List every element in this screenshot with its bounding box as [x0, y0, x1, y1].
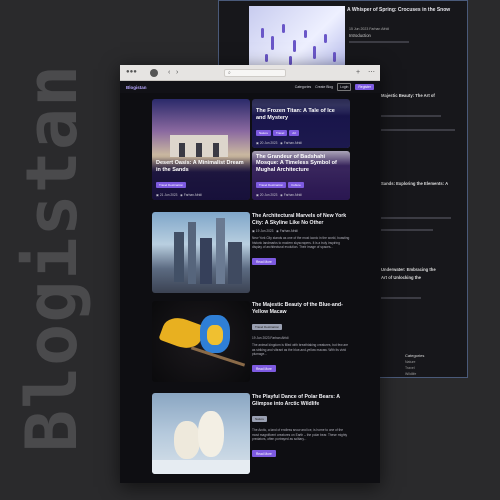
calendar-icon: ▣ [256, 193, 260, 197]
forward-arrow-icon[interactable]: › [176, 69, 178, 77]
back-post-meta: 15 Jun 2023 Farhan Afridi [349, 27, 390, 31]
browser-toolbar: ●●● ‹ › ⌕ + ⋯ [120, 65, 380, 81]
sidebar-icon[interactable] [150, 69, 158, 77]
back-fragment[interactable]: Underwater: Embracing the [381, 267, 461, 273]
crocus-thumbnail[interactable] [249, 6, 345, 70]
back-post-title[interactable]: A Whisper of Spring: Crocuses in the Sno… [347, 7, 462, 14]
read-more-button[interactable]: Read More [252, 258, 276, 266]
back-arrow-icon[interactable]: ‹ [168, 69, 170, 77]
category-item[interactable]: Wildlife [405, 372, 424, 376]
tag-chip[interactable]: Travel Destination [256, 182, 287, 188]
category-item[interactable]: Travel [405, 366, 424, 370]
calendar-icon: ▣ [256, 141, 260, 145]
back-fragment[interactable]: Majestic Beauty: The Art of [381, 93, 461, 99]
back-fragment[interactable]: Sands: Exploring the Elements: A [381, 181, 461, 187]
back-sidebar [378, 91, 464, 329]
featured-side-card[interactable]: The Grandeur of Badshahi Mosque: A Timel… [252, 151, 350, 200]
user-icon: ◉ [280, 193, 283, 197]
new-tab-icon[interactable]: + [356, 69, 360, 77]
post-title[interactable]: The Playful Dance of Polar Bears: A Glim… [252, 394, 350, 407]
back-post-intro: Introduction [349, 33, 371, 38]
menu-icon[interactable]: ⋯ [368, 69, 375, 77]
tag-chip[interactable]: Travel Destination [156, 182, 187, 188]
calendar-icon: ▣ [156, 193, 160, 197]
post-excerpt: The animal kingdom is filled with breath… [252, 343, 349, 357]
calendar-icon: ▣ [252, 229, 256, 233]
nav-create-blog[interactable]: Create Blog [315, 85, 333, 89]
front-browser-window: ●●● ‹ › ⌕ + ⋯ Blogistan Categories Creat… [120, 65, 380, 483]
search-icon: ⌕ [228, 70, 231, 76]
tag-chip[interactable]: Art [289, 130, 300, 136]
featured-side-title: The Grandeur of Badshahi Mosque: A Timel… [256, 153, 337, 173]
login-button[interactable]: Login [337, 83, 352, 91]
register-button[interactable]: Register [355, 84, 374, 90]
tag-chip[interactable]: Travel [273, 130, 288, 136]
post-meta: 19 Jun 2023 Farhan Afridi [252, 336, 289, 340]
side-brand-text: Blogistan [11, 63, 93, 453]
featured-main-title: Desert Oasis: A Minimalist Dream in the … [156, 160, 244, 173]
post-excerpt: New York City stands as one of the most … [252, 236, 350, 250]
post-row: The Majestic Beauty of the Blue-and-Yell… [152, 301, 350, 385]
user-icon: ◉ [180, 193, 183, 197]
tag-chip[interactable]: Travel Destination [252, 324, 283, 330]
featured-main-card[interactable]: Desert Oasis: A Minimalist Dream in the … [152, 99, 250, 200]
post-row: The Playful Dance of Polar Bears: A Glim… [152, 393, 350, 477]
window-controls[interactable]: ●●● [126, 68, 137, 76]
city-image[interactable] [152, 212, 250, 293]
back-fragment[interactable]: Art of Unlocking the [381, 275, 461, 281]
site-navbar: Blogistan Categories Create Blog Login R… [120, 81, 380, 93]
featured-side-title: The Frozen Titan: A Tale of Ice and Myst… [256, 108, 335, 121]
read-more-button[interactable]: Read More [252, 365, 276, 373]
user-icon: ◉ [280, 141, 283, 145]
back-categories: Categories Nature Travel Wildlife [405, 353, 425, 376]
address-bar[interactable]: ⌕ [224, 69, 286, 77]
macaw-image[interactable] [152, 301, 250, 382]
post-title[interactable]: The Majestic Beauty of the Blue-and-Yell… [252, 302, 350, 315]
category-item[interactable]: Nature [405, 360, 424, 364]
read-more-button[interactable]: Read More [252, 450, 276, 458]
post-excerpt: The Arctic, a land of endless snow and i… [252, 428, 348, 442]
site-logo[interactable]: Blogistan [126, 85, 147, 90]
nav-categories[interactable]: Categories [295, 85, 311, 89]
tag-chip[interactable]: Nature [256, 130, 272, 136]
polar-bear-image[interactable] [152, 393, 250, 474]
post-row: The Architectural Marvels of New York Ci… [152, 212, 350, 296]
featured-side-card[interactable]: The Frozen Titan: A Tale of Ice and Myst… [252, 99, 350, 148]
tag-chip[interactable]: Nature [252, 416, 268, 422]
user-icon: ◉ [276, 229, 279, 233]
post-title[interactable]: The Architectural Marvels of New York Ci… [252, 213, 350, 226]
tag-chip[interactable]: Culture [288, 182, 304, 188]
